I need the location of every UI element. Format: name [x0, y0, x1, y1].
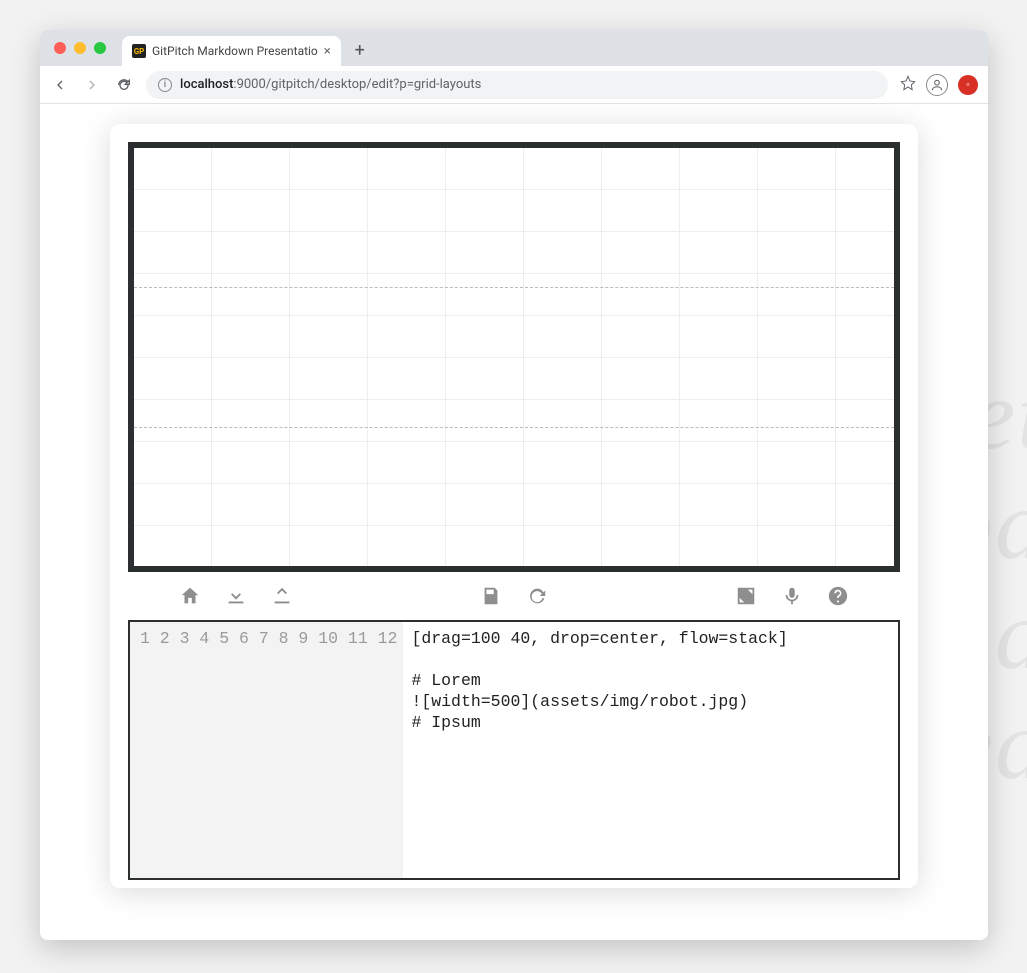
editor-app: 1 2 3 4 5 6 7 8 9 10 11 12 [drag=100 40,… — [110, 124, 918, 888]
expand-button[interactable] — [734, 584, 758, 608]
window-controls — [54, 42, 106, 54]
mic-button[interactable] — [780, 584, 804, 608]
address-bar[interactable]: i localhost:9000/gitpitch/desktop/edit?p… — [146, 71, 888, 99]
upload-button[interactable] — [270, 584, 294, 608]
back-button[interactable] — [50, 75, 70, 95]
save-button[interactable] — [479, 584, 503, 608]
extension-icon[interactable]: ◦ — [958, 75, 978, 95]
editor-toolbar — [128, 572, 900, 620]
profile-button[interactable] — [926, 74, 948, 96]
forward-button[interactable] — [82, 75, 102, 95]
home-button[interactable] — [178, 584, 202, 608]
tab-favicon: GP — [132, 44, 146, 58]
browser-tab[interactable]: GP GitPitch Markdown Presentatio × — [122, 36, 341, 66]
tab-title: GitPitch Markdown Presentatio — [152, 44, 318, 58]
grid-overlay — [134, 148, 894, 566]
new-tab-button[interactable]: + — [347, 37, 373, 63]
url-bar: i localhost:9000/gitpitch/desktop/edit?p… — [40, 66, 988, 104]
line-numbers: 1 2 3 4 5 6 7 8 9 10 11 12 — [130, 622, 403, 878]
page-content: 1 2 3 4 5 6 7 8 9 10 11 12 [drag=100 40,… — [40, 104, 988, 940]
code-editor[interactable]: 1 2 3 4 5 6 7 8 9 10 11 12 [drag=100 40,… — [128, 620, 900, 880]
close-window-button[interactable] — [54, 42, 66, 54]
url-path: :9000/gitpitch/desktop/edit?p=grid-layou… — [233, 77, 481, 92]
browser-window: GP GitPitch Markdown Presentatio × + i l… — [40, 30, 988, 940]
tab-strip: GP GitPitch Markdown Presentatio × + — [40, 30, 988, 66]
refresh-button[interactable] — [525, 584, 549, 608]
slide-preview[interactable] — [128, 142, 900, 572]
minimize-window-button[interactable] — [74, 42, 86, 54]
close-tab-button[interactable]: × — [324, 44, 331, 59]
download-button[interactable] — [224, 584, 248, 608]
site-info-icon[interactable]: i — [158, 78, 172, 92]
help-button[interactable] — [826, 584, 850, 608]
maximize-window-button[interactable] — [94, 42, 106, 54]
reload-button[interactable] — [114, 75, 134, 95]
url-host: localhost — [180, 77, 233, 92]
url-text: localhost:9000/gitpitch/desktop/edit?p=g… — [180, 77, 481, 92]
code-area[interactable]: [drag=100 40, drop=center, flow=stack] #… — [403, 622, 795, 878]
bookmark-button[interactable] — [900, 75, 916, 95]
